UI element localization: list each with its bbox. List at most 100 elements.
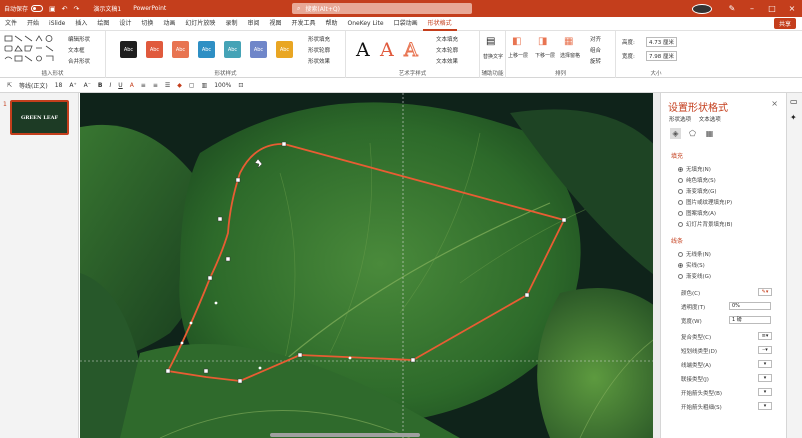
alt-text-icon[interactable]: ▤ — [486, 36, 495, 47]
align-center-icon[interactable]: ≡ — [153, 82, 158, 89]
send-backward-icon[interactable]: ◨ — [538, 36, 547, 47]
close-icon[interactable]: × — [782, 4, 802, 13]
tab-transitions[interactable]: 切换 — [136, 17, 158, 31]
undo-icon[interactable]: ↶ — [62, 5, 68, 13]
font-size-select[interactable]: 18 — [55, 82, 63, 89]
outline-icon[interactable]: ▢ — [189, 82, 195, 89]
bullets-icon[interactable]: ☰ — [165, 82, 170, 89]
fill-option-background[interactable]: 幻灯片背景填充(B) — [678, 220, 733, 228]
fill-option-gradient[interactable]: 渐变填充(G) — [678, 187, 717, 195]
send-backward-button[interactable]: 下移一层 — [535, 52, 555, 59]
tab-islide[interactable]: iSlide — [44, 17, 70, 31]
begin-arrow-size-select[interactable]: ▾ — [758, 402, 772, 410]
transparency-input[interactable]: 0% — [729, 302, 771, 310]
wordart-style-1-icon[interactable]: A — [356, 39, 370, 61]
shapes-gallery-icon[interactable] — [3, 34, 67, 68]
tab-pocket-animation[interactable]: 口袋动画 — [389, 17, 423, 31]
wordart-style-3-icon[interactable]: A — [404, 39, 419, 62]
group-button[interactable]: 组合 — [590, 46, 601, 54]
bring-forward-icon[interactable]: ◧ — [512, 36, 521, 47]
cap-type-select[interactable]: ▾ — [758, 360, 772, 368]
selection-pane-icon[interactable]: ▦ — [564, 36, 573, 47]
line-color-picker[interactable]: ✎▾ — [758, 288, 772, 296]
compound-type-select[interactable]: ≡▾ — [758, 332, 772, 340]
selection-pane-button[interactable]: 选择窗格 — [560, 52, 580, 59]
style-swatch-1[interactable]: Abc — [120, 41, 137, 58]
avatar[interactable] — [692, 3, 712, 14]
line-option-solid[interactable]: 实线(S) — [678, 261, 705, 269]
fill-bucket-icon[interactable]: ◆ — [177, 82, 182, 89]
effects-icon[interactable]: ⬠ — [687, 128, 698, 139]
tab-shape-options[interactable]: 形状选项 — [669, 117, 691, 123]
decrease-font-icon[interactable]: A⁻ — [84, 82, 91, 89]
shape-effects-button[interactable]: 形状效果 — [308, 57, 330, 65]
tab-onekey[interactable]: OneKey Lite — [343, 17, 389, 31]
autosave-toggle[interactable] — [31, 5, 44, 12]
text-outline-button[interactable]: 文本轮廓 — [436, 46, 458, 54]
redo-icon[interactable]: ↷ — [74, 5, 80, 13]
line-section-header[interactable]: 线条 — [671, 236, 683, 245]
cursor-icon[interactable]: ⇱ — [7, 82, 12, 89]
arrange-icon[interactable]: ▥ — [202, 82, 208, 89]
style-swatch-3[interactable]: Abc — [172, 41, 189, 58]
minimize-icon[interactable]: – — [742, 4, 762, 13]
dash-type-select[interactable]: ┄▾ — [758, 346, 772, 354]
tab-record[interactable]: 录制 — [220, 17, 242, 31]
zoom-select[interactable]: 100% — [214, 82, 231, 89]
merge-shapes-button[interactable]: 合并形状 — [68, 57, 90, 65]
begin-arrow-type-select[interactable]: ▾ — [758, 388, 772, 396]
size-properties-icon[interactable]: ▦ — [704, 128, 715, 139]
text-fill-button[interactable]: 文本填充 — [436, 35, 458, 43]
tab-file[interactable]: 文件 — [0, 17, 22, 31]
style-swatch-7[interactable]: Abc — [276, 41, 293, 58]
font-family-select[interactable]: 等线(正文) — [19, 81, 48, 90]
style-swatch-6[interactable]: Abc — [250, 41, 267, 58]
tab-view[interactable]: 视图 — [264, 17, 286, 31]
width-input[interactable]: 1 磅 — [729, 316, 771, 324]
tab-help[interactable]: 帮助 — [321, 17, 343, 31]
width-input[interactable]: 7.98 厘米 — [646, 51, 677, 61]
comment-icon[interactable]: ▭ — [790, 97, 798, 106]
wordart-style-2-icon[interactable]: A — [380, 39, 394, 61]
line-option-none[interactable]: 无线条(N) — [678, 250, 711, 258]
fill-option-pattern[interactable]: 图案填充(A) — [678, 209, 716, 217]
tab-text-options[interactable]: 文本选项 — [699, 117, 721, 123]
height-input[interactable]: 4.73 厘米 — [646, 37, 677, 47]
align-button[interactable]: 对齐 — [590, 35, 601, 43]
tab-insert[interactable]: 插入 — [70, 17, 92, 31]
slide-thumbnail-1[interactable]: GREEN LEAF — [10, 100, 69, 135]
tab-home[interactable]: 开始 — [22, 17, 44, 31]
tab-shape-format[interactable]: 形状格式 — [422, 17, 457, 31]
rotate-button[interactable]: 旋转 — [590, 57, 601, 65]
fill-section-header[interactable]: 填充 — [671, 151, 683, 160]
font-color-icon[interactable]: A — [130, 82, 134, 89]
bring-forward-button[interactable]: 上移一层 — [508, 52, 528, 59]
tab-developer[interactable]: 开发工具 — [286, 17, 320, 31]
save-icon[interactable]: ▣ — [49, 5, 56, 13]
textbox-button[interactable]: 文本框 — [68, 46, 85, 54]
fill-option-picture[interactable]: 图片或纹理填充(P) — [678, 198, 732, 206]
designer-icon[interactable]: ✦ — [790, 113, 797, 122]
bold-icon[interactable]: B — [98, 82, 103, 89]
underline-icon[interactable]: U — [118, 82, 122, 89]
edit-shape-button[interactable]: 编辑形状 — [68, 35, 90, 43]
fit-slide-icon[interactable]: ⊡ — [238, 82, 243, 89]
fill-option-none[interactable]: 无填充(N) — [678, 165, 711, 173]
maximize-icon[interactable]: □ — [762, 4, 782, 13]
italic-icon[interactable]: I — [110, 82, 112, 89]
shape-fill-button[interactable]: 形状填充 — [308, 35, 330, 43]
line-option-gradient[interactable]: 渐变线(G) — [678, 272, 711, 280]
close-icon[interactable]: × — [771, 99, 778, 108]
align-left-icon[interactable]: ≡ — [141, 82, 146, 89]
tab-slideshow[interactable]: 幻灯片放映 — [180, 17, 220, 31]
join-type-select[interactable]: ▾ — [758, 374, 772, 382]
share-button[interactable]: 共享 — [773, 18, 796, 29]
search-box[interactable]: ⌕ 搜索(Alt+Q) — [292, 3, 472, 14]
tab-draw[interactable]: 绘图 — [92, 17, 114, 31]
tab-review[interactable]: 审阅 — [242, 17, 264, 31]
canvas-vertical-scrollbar[interactable] — [653, 93, 660, 438]
tab-design[interactable]: 设计 — [114, 17, 136, 31]
increase-font-icon[interactable]: A⁺ — [69, 82, 76, 89]
tab-animations[interactable]: 动画 — [158, 17, 180, 31]
canvas-horizontal-scrollbar[interactable] — [270, 433, 420, 437]
